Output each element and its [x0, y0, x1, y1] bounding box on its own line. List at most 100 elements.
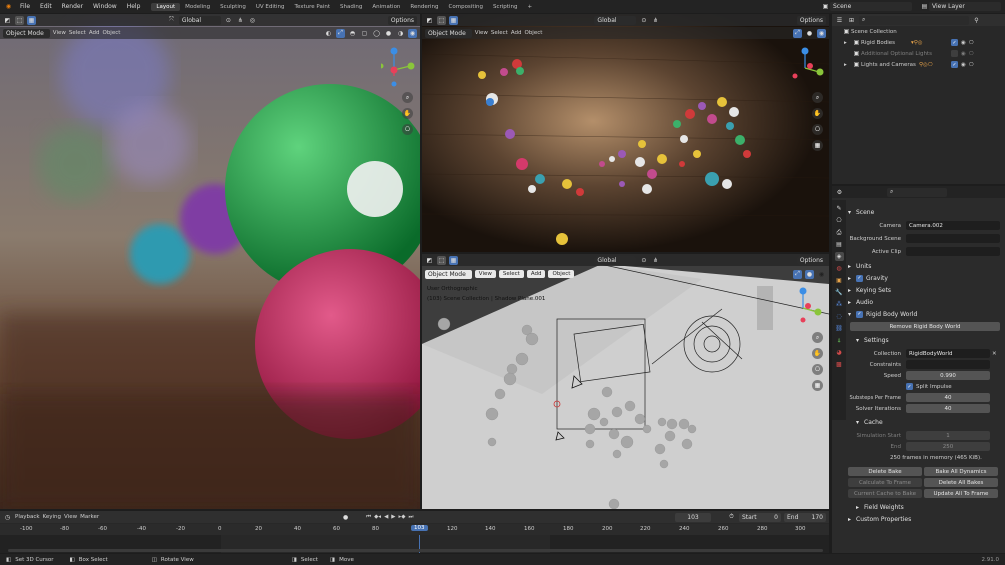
grid-view-icon[interactable]: ▦ — [812, 380, 823, 391]
shading-rendered-icon[interactable]: ◉ — [817, 270, 826, 279]
pivot-icon[interactable]: ⊙ — [224, 16, 233, 25]
orientation-select[interactable]: Global — [178, 15, 221, 25]
properties-search-input[interactable]: ⌕ — [887, 187, 947, 197]
grid-view-icon[interactable]: ▦ — [812, 140, 823, 151]
menu-add[interactable]: Add — [89, 30, 100, 36]
delete-all-bakes-button[interactable]: Delete All Bakes — [924, 478, 998, 487]
menu-keying[interactable]: Keying — [43, 514, 61, 520]
outliner-row[interactable]: ▸ ▣ Rigid Bodies ▾⚲◎ ✓ ◉ ⎔ — [832, 37, 1005, 48]
properties-editor-icon[interactable]: ⚙ — [835, 188, 844, 197]
active-clip-field[interactable] — [906, 247, 1000, 256]
tab-shading[interactable]: Shading — [335, 3, 367, 11]
tool-tab-icon[interactable]: ✎ — [835, 204, 844, 213]
pan-hand-icon[interactable]: ✋ — [812, 348, 823, 359]
camera-view-icon[interactable]: ⎔ — [812, 364, 823, 375]
zoom-icon[interactable]: ⌕ — [402, 92, 413, 103]
speed-field[interactable]: 0.990 — [906, 371, 990, 380]
outliner-search-input[interactable]: ⌕ — [859, 15, 969, 25]
mode-select[interactable]: Object Mode — [425, 269, 472, 279]
shading-solid-icon[interactable]: ● — [384, 29, 393, 38]
pivot-icon[interactable]: ⊙ — [639, 256, 648, 265]
menu-view[interactable]: View — [53, 30, 66, 36]
gravity-checkbox[interactable]: ✓ — [856, 274, 863, 282]
timeline-scrollbar[interactable] — [8, 549, 823, 552]
remove-rigid-body-world-button[interactable]: Remove Rigid Body World — [850, 322, 1000, 331]
scene-section-header[interactable]: ▾ Scene — [848, 206, 1003, 218]
current-frame-marker[interactable]: 103 — [411, 525, 428, 531]
bake-all-dynamics-button[interactable]: Bake All Dynamics — [924, 467, 998, 476]
proportional-icon[interactable]: ◎ — [248, 16, 257, 25]
select-tool-icon[interactable]: ⬚ — [15, 15, 24, 25]
exclude-checkbox[interactable]: ✓ — [951, 61, 958, 68]
navigation-gizmo[interactable] — [381, 46, 417, 88]
particles-tab-icon[interactable]: ⁂ — [835, 300, 844, 309]
cache-subsection[interactable]: ▾ Cache — [848, 416, 1003, 428]
outliner-root[interactable]: ▣ Scene Collection — [832, 26, 1005, 37]
select-tool-icon[interactable]: ⬚ — [437, 15, 446, 25]
jump-start-icon[interactable]: ⏮ — [366, 514, 371, 521]
menu-view[interactable]: View — [475, 30, 488, 36]
orientation-select[interactable]: Global — [594, 15, 637, 25]
timeline-ruler[interactable]: -100 -80 -60 -40 -20 0 20 40 60 80 103 1… — [0, 524, 829, 535]
menu-add[interactable]: Add — [526, 270, 546, 278]
record-icon[interactable]: ● — [341, 513, 350, 522]
camera-icon[interactable]: ⎔ — [969, 51, 974, 57]
outliner-row[interactable]: ▣ Additional Optional Lights ◉ ⎔ — [832, 48, 1005, 59]
field-weights-subsection[interactable]: ▸ Field Weights — [848, 501, 1003, 513]
editor-type-icon[interactable]: ◩ — [425, 16, 434, 25]
zoom-icon[interactable]: ⌕ — [812, 92, 823, 103]
next-keyframe-icon[interactable]: ▸◆ — [399, 514, 406, 520]
navigation-gizmo[interactable] — [790, 286, 826, 328]
menu-edit[interactable]: Edit — [35, 3, 57, 10]
options-dropdown[interactable]: Options — [796, 15, 826, 25]
menu-marker[interactable]: Marker — [80, 514, 99, 520]
modifier-tab-icon[interactable]: 🔧 — [835, 288, 844, 297]
simulation-start-field[interactable]: 1 — [906, 431, 990, 440]
delete-bake-button[interactable]: Delete Bake — [848, 467, 922, 476]
menu-window[interactable]: Window — [88, 3, 122, 10]
shading-solid-icon[interactable]: ● — [805, 29, 814, 38]
shading-material-icon[interactable]: ◑ — [396, 29, 405, 38]
rigid-body-world-section[interactable]: ▾ ✓ Rigid Body World — [848, 308, 1003, 320]
units-section[interactable]: ▸ Units — [848, 260, 1003, 272]
tab-animation[interactable]: Animation — [367, 3, 405, 11]
outliner-editor-icon[interactable]: ☰ — [835, 16, 844, 25]
menu-view[interactable]: View — [474, 270, 496, 278]
camera-icon[interactable]: ⎔ — [969, 62, 974, 68]
tab-uv-editing[interactable]: UV Editing — [251, 3, 290, 11]
calculate-to-frame-button[interactable]: Calculate To Frame — [848, 478, 922, 487]
clear-x-icon[interactable]: ✕ — [992, 351, 997, 357]
constraints-field[interactable] — [906, 360, 990, 369]
tab-texture-paint[interactable]: Texture Paint — [290, 3, 336, 11]
split-impulse-checkbox[interactable]: ✓ — [906, 383, 913, 390]
shading-wire-icon[interactable]: ◯ — [372, 29, 381, 38]
tab-modeling[interactable]: Modeling — [180, 3, 215, 11]
exclude-checkbox[interactable] — [951, 50, 958, 57]
shading-rendered-icon[interactable]: ◉ — [817, 28, 826, 38]
gizmo-icon[interactable]: ⤢ — [793, 28, 802, 38]
pivot-icon[interactable]: ⊙ — [639, 16, 648, 25]
eye-icon[interactable]: ◉ — [961, 62, 966, 68]
collection-field[interactable]: RigidBodyWorld — [906, 349, 990, 358]
menu-object[interactable]: Object — [524, 30, 542, 36]
snap-icon[interactable]: ⋔ — [236, 16, 245, 25]
start-frame-field[interactable]: Start 0 — [739, 512, 781, 522]
display-mode-icon[interactable]: ⊞ — [847, 16, 856, 25]
viewport-top-right[interactable]: ◩ ⬚ ▦ Global ⊙ ⋔ Options Object Mode Vie… — [422, 14, 829, 252]
timeline-editor-icon[interactable]: ◷ — [3, 513, 12, 522]
zoom-icon[interactable]: ⌕ — [812, 332, 823, 343]
physics-tab-icon[interactable]: ◌ — [835, 312, 844, 321]
menu-object[interactable]: Object — [548, 270, 575, 278]
tab-layout[interactable]: Layout — [151, 2, 181, 11]
rigid-body-world-checkbox[interactable]: ✓ — [856, 310, 863, 318]
keying-sets-section[interactable]: ▸ Keying Sets — [848, 284, 1003, 296]
pan-hand-icon[interactable]: ✋ — [402, 108, 413, 119]
menu-view[interactable]: View — [64, 514, 77, 520]
camera-icon[interactable]: ⎔ — [969, 40, 974, 46]
exclude-checkbox[interactable]: ✓ — [951, 39, 958, 46]
pan-hand-icon[interactable]: ✋ — [812, 108, 823, 119]
menu-select[interactable]: Select — [69, 30, 86, 36]
editor-type-icon[interactable]: ◩ — [3, 16, 12, 25]
view-layer-selector[interactable]: View Layer — [929, 2, 1001, 11]
render-tab-icon[interactable]: ⎔ — [835, 216, 844, 225]
